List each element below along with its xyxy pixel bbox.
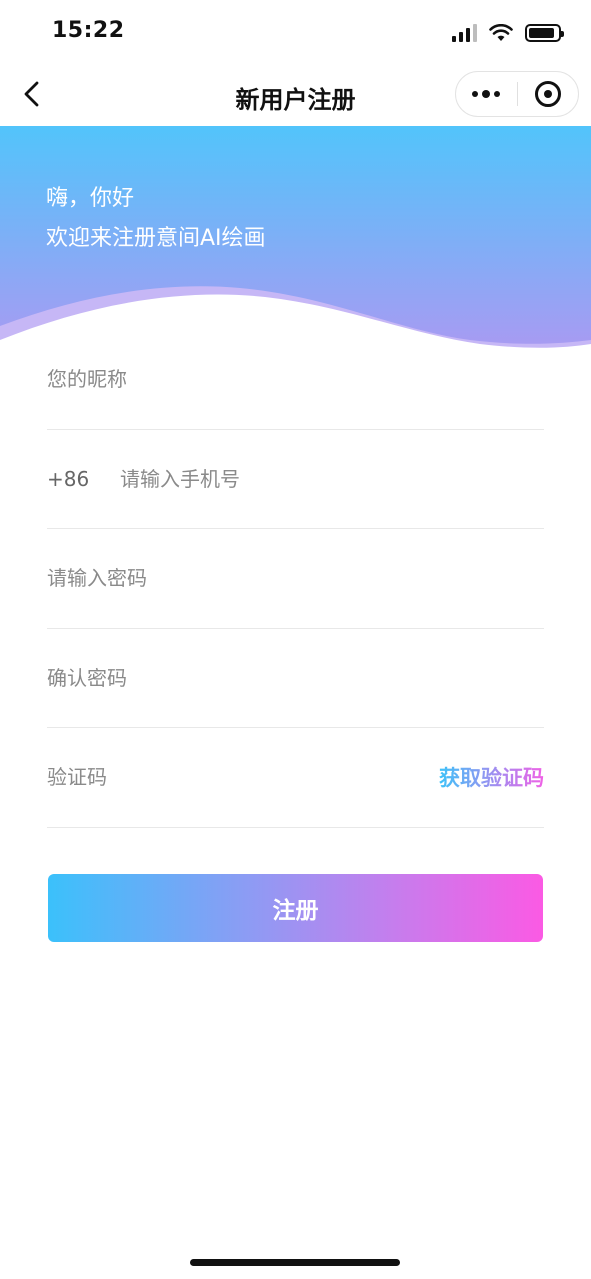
navigation-bar: 新用户注册: [0, 64, 591, 126]
mini-program-capsule: [455, 71, 579, 117]
nickname-row: [47, 330, 544, 430]
phone-input[interactable]: [120, 454, 544, 503]
status-time: 15:22: [52, 18, 125, 43]
status-bar: 15:22: [0, 0, 591, 64]
cellular-signal-icon: [452, 24, 477, 42]
more-button[interactable]: [456, 72, 517, 116]
more-dots-icon: [472, 90, 501, 98]
phone-row: +86: [47, 430, 544, 529]
registration-form: +86 获取验证码: [47, 330, 544, 828]
get-code-button[interactable]: 获取验证码: [439, 762, 544, 792]
nickname-input[interactable]: [47, 355, 544, 404]
welcome-text: 欢迎来注册意间AI绘画: [46, 226, 266, 251]
password-row: [47, 529, 544, 629]
verification-code-row: 获取验证码: [47, 728, 544, 828]
confirm-password-input[interactable]: [47, 653, 544, 702]
wifi-icon: [489, 24, 513, 41]
welcome-banner: 嗨，你好 欢迎来注册意间AI绘画: [0, 126, 591, 351]
country-code-prefix: +86: [47, 466, 90, 491]
target-icon: [534, 81, 561, 107]
confirm-password-row: [47, 629, 544, 728]
password-input[interactable]: [47, 554, 544, 603]
close-mini-program-button[interactable]: [517, 72, 578, 116]
battery-icon: [525, 24, 564, 42]
battery-level: [529, 28, 555, 38]
register-button[interactable]: 注册: [48, 874, 543, 942]
home-indicator: [190, 1259, 400, 1266]
status-icons: [452, 22, 564, 44]
greeting-text: 嗨，你好: [46, 186, 135, 211]
